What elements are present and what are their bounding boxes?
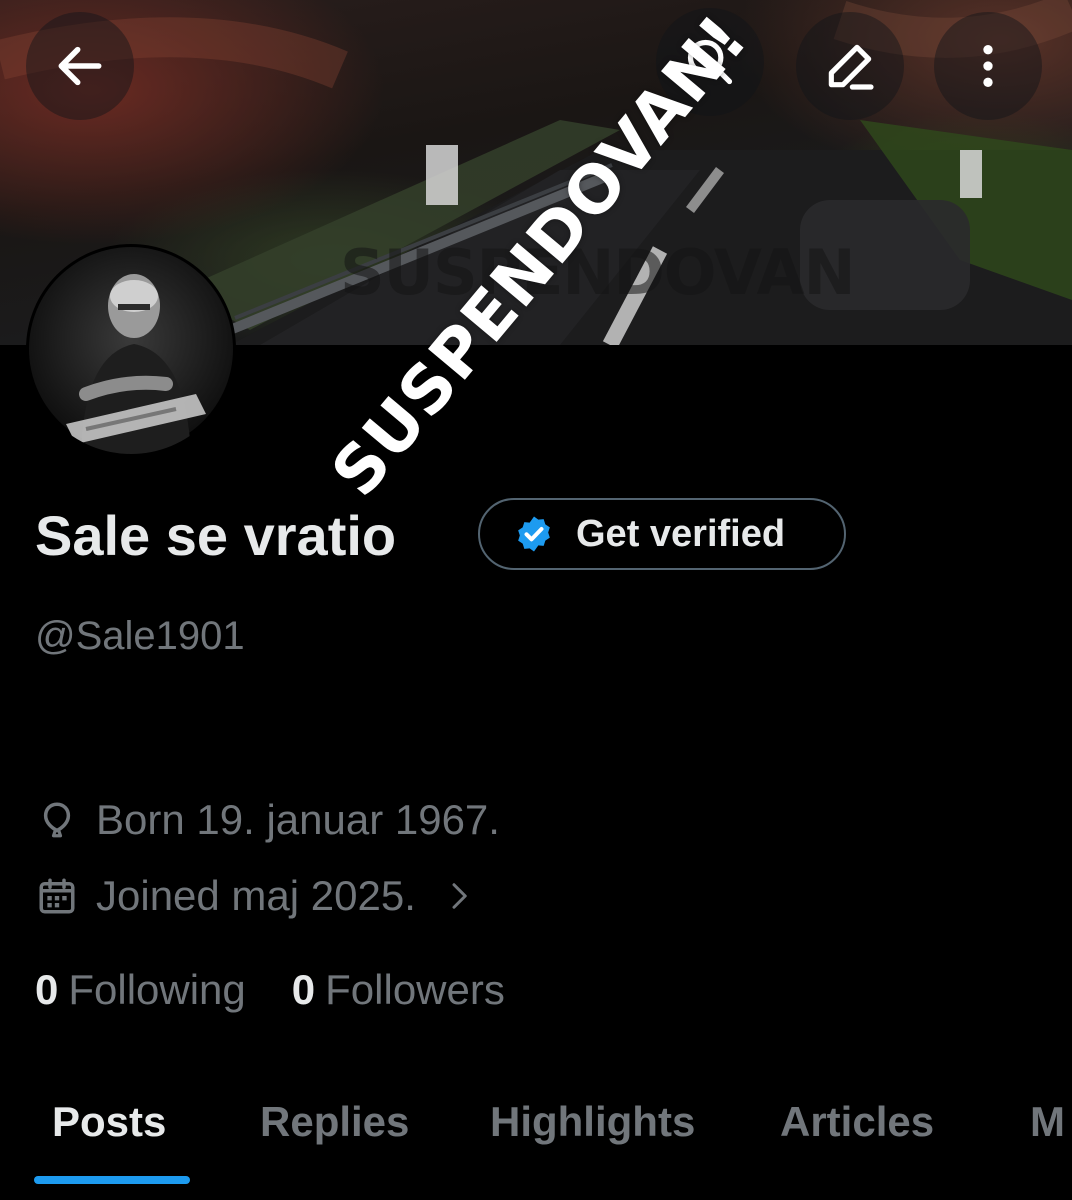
- edit-pencil-icon: [828, 44, 874, 90]
- tab-articles[interactable]: Articles: [780, 1098, 934, 1146]
- tab-media[interactable]: M: [1030, 1098, 1065, 1146]
- edit-button[interactable]: [796, 12, 904, 120]
- tab-highlights[interactable]: Highlights: [490, 1098, 695, 1146]
- avatar-photo: [29, 247, 233, 454]
- display-name: Sale se vratio: [35, 504, 397, 567]
- birth-date-row: Born 19. januar 1967.: [36, 796, 500, 844]
- birth-date-text: Born 19. januar 1967.: [96, 796, 500, 843]
- tab-replies[interactable]: Replies: [260, 1098, 409, 1146]
- get-verified-button[interactable]: Get verified: [478, 498, 846, 570]
- followers-label: Followers: [325, 966, 505, 1013]
- more-vertical-icon: [983, 45, 993, 87]
- more-button[interactable]: [934, 12, 1042, 120]
- user-handle: @Sale1901: [35, 614, 245, 658]
- back-button[interactable]: [26, 12, 134, 120]
- followers-count: 0: [291, 966, 316, 1013]
- following-link[interactable]: 0 Following: [35, 966, 246, 1014]
- followers-link[interactable]: 0 Followers: [292, 966, 505, 1014]
- calendar-icon: [39, 878, 75, 914]
- avatar[interactable]: [26, 244, 236, 454]
- banner-watermark-text: SUSPENDOVAN: [340, 236, 855, 309]
- chevron-right-icon: [452, 883, 467, 909]
- joined-date-row[interactable]: Joined maj 2025.: [36, 872, 474, 920]
- following-count: 0: [35, 966, 59, 1013]
- tab-posts[interactable]: Posts: [52, 1098, 166, 1146]
- profile-tabs: Posts Replies Highlights Articles M: [0, 1090, 1072, 1200]
- get-verified-label: Get verified: [576, 512, 786, 555]
- follow-stats: 0 Following 0 Followers: [35, 966, 505, 1014]
- following-label: Following: [68, 966, 246, 1013]
- arrow-left-icon: [58, 46, 102, 86]
- active-tab-indicator: [34, 1176, 190, 1184]
- joined-date-text: Joined maj 2025.: [96, 872, 416, 919]
- verified-badge-icon: [518, 516, 550, 552]
- balloon-icon: [43, 802, 71, 838]
